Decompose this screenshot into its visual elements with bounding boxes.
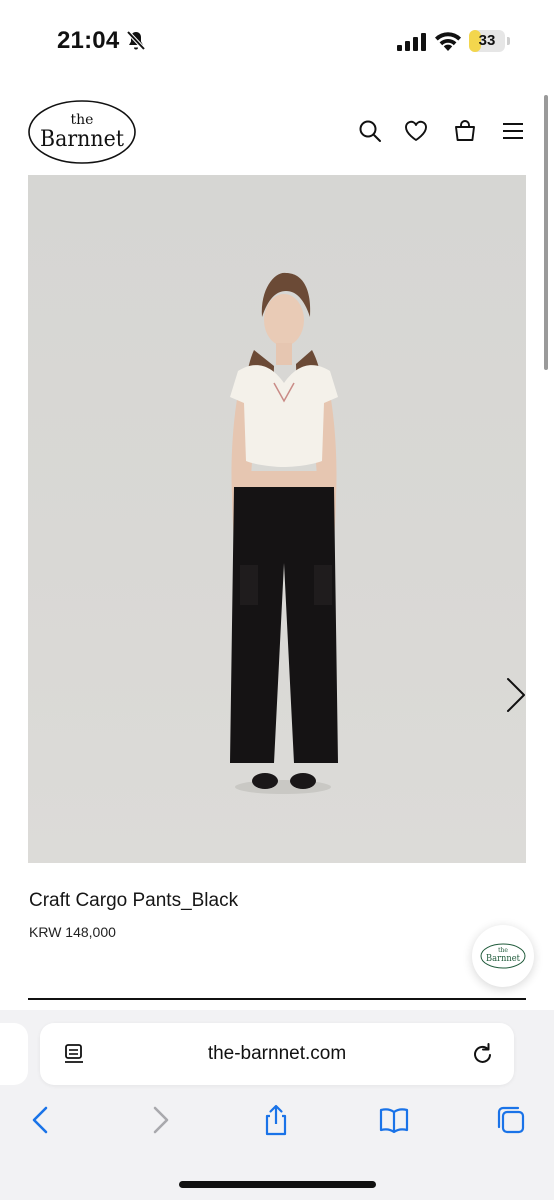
battery-icon: 33 [469,30,513,52]
scroll-indicator[interactable] [544,95,548,370]
url-text[interactable]: the-barnnet.com [40,1023,514,1085]
chat-button[interactable]: the Barnnet [472,925,534,987]
bookmarks-icon[interactable] [377,1103,411,1137]
heart-icon[interactable] [403,118,429,144]
status-time: 21:04 [57,27,120,54]
chat-logo-icon: the Barnnet [480,943,526,969]
browser-toolbar: the-barnnet.com [0,1010,554,1200]
back-icon[interactable] [24,1103,58,1137]
cellular-signal-icon [397,33,426,51]
product-image[interactable] [28,175,526,863]
chevron-right-icon[interactable] [498,675,526,715]
section-divider [28,998,526,1000]
reload-icon[interactable] [470,1041,496,1067]
battery-level: 33 [478,32,496,49]
brand-logo[interactable]: the Barnnet [27,99,137,165]
wifi-icon [435,32,461,51]
svg-text:Barnnet: Barnnet [486,954,520,964]
address-bar[interactable]: the-barnnet.com [40,1023,514,1085]
bell-slash-icon [126,30,146,51]
site-header: the Barnnet [0,88,554,174]
svg-text:the: the [71,112,94,128]
svg-text:the: the [498,947,508,954]
product-photo [230,272,338,794]
status-bar: 21:04 33 [0,0,554,84]
share-icon[interactable] [259,1103,293,1137]
forward-icon[interactable] [143,1103,177,1137]
home-indicator[interactable] [179,1181,376,1188]
tabs-icon[interactable] [494,1103,528,1137]
product-name: Craft Cargo Pants_Black [29,890,239,911]
shopping-bag-icon[interactable] [452,118,478,144]
previous-tab-preview[interactable] [0,1023,28,1085]
search-icon[interactable] [357,118,383,144]
svg-text:Barnnet: Barnnet [40,127,124,152]
menu-icon[interactable] [500,118,526,144]
product-price: KRW 148,000 [29,924,116,940]
